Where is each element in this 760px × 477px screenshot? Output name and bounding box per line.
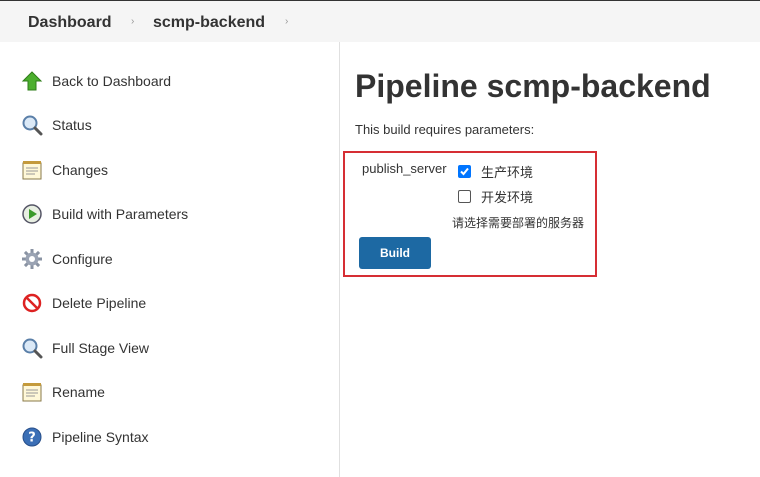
sidebar-item-label: Rename — [52, 384, 105, 400]
sidebar-item-pipeline-syntax[interactable]: ? Pipeline Syntax — [20, 423, 320, 451]
notepad-icon — [20, 158, 44, 182]
requires-parameters-text: This build requires parameters: — [355, 122, 535, 137]
green-up-arrow-icon — [20, 69, 44, 93]
sidebar-item-label: Status — [52, 117, 92, 133]
build-button[interactable]: Build — [359, 237, 431, 269]
parameter-name: publish_server — [362, 161, 447, 176]
production-option-label: 生产环境 — [481, 165, 534, 180]
sidebar-item-rename[interactable]: Rename — [20, 378, 320, 406]
sidebar: Back to Dashboard Status Changes Build w… — [0, 42, 340, 477]
sidebar-item-back-to-dashboard[interactable]: Back to Dashboard — [20, 67, 320, 95]
build-clock-icon — [20, 202, 44, 226]
svg-text:?: ? — [28, 431, 36, 446]
checkmark-icon — [460, 167, 469, 176]
sidebar-item-label: Configure — [52, 251, 113, 267]
sidebar-item-full-stage-view[interactable]: Full Stage View — [20, 334, 320, 362]
parameters-form: publish_server 生产环境 开发环境 请选择需要部署的服务器 Bui… — [343, 151, 597, 277]
breadcrumb-job[interactable]: scmp-backend — [153, 14, 265, 32]
sidebar-item-label: Build with Parameters — [52, 206, 189, 222]
magnifier-icon — [20, 336, 44, 360]
development-option-label: 开发环境 — [481, 190, 534, 205]
gear-icon — [20, 247, 44, 271]
help-icon: ? — [20, 425, 44, 449]
sidebar-item-label: Delete Pipeline — [52, 295, 147, 311]
page-title: Pipeline scmp-backend — [355, 68, 711, 104]
notepad-icon — [20, 380, 44, 404]
sidebar-item-status[interactable]: Status — [20, 111, 320, 139]
option-production: 生产环境 — [458, 162, 533, 181]
breadcrumb-separator-icon: › — [131, 16, 135, 27]
sidebar-item-configure[interactable]: Configure — [20, 245, 320, 273]
breadcrumb: Dashboard › scmp-backend › — [0, 0, 760, 42]
main-content: Pipeline scmp-backend This build require… — [343, 42, 755, 477]
sidebar-item-changes[interactable]: Changes — [20, 156, 320, 184]
sidebar-item-build-with-parameters[interactable]: Build with Parameters — [20, 200, 320, 228]
sidebar-item-label: Changes — [52, 162, 109, 178]
sidebar-item-label: Full Stage View — [52, 340, 150, 356]
no-entry-icon — [20, 291, 44, 315]
parameter-description: 请选择需要部署的服务器 — [452, 216, 585, 230]
sidebar-item-label: Back to Dashboard — [52, 73, 172, 89]
development-checkbox[interactable] — [458, 190, 471, 203]
option-development: 开发环境 — [458, 187, 533, 206]
sidebar-item-delete-pipeline[interactable]: Delete Pipeline — [20, 289, 320, 317]
breadcrumb-dropdown-icon[interactable]: › — [285, 16, 288, 27]
magnifier-icon — [20, 113, 44, 137]
sidebar-item-label: Pipeline Syntax — [52, 429, 149, 445]
production-checkbox[interactable] — [458, 165, 471, 178]
breadcrumb-dashboard[interactable]: Dashboard — [28, 14, 112, 32]
